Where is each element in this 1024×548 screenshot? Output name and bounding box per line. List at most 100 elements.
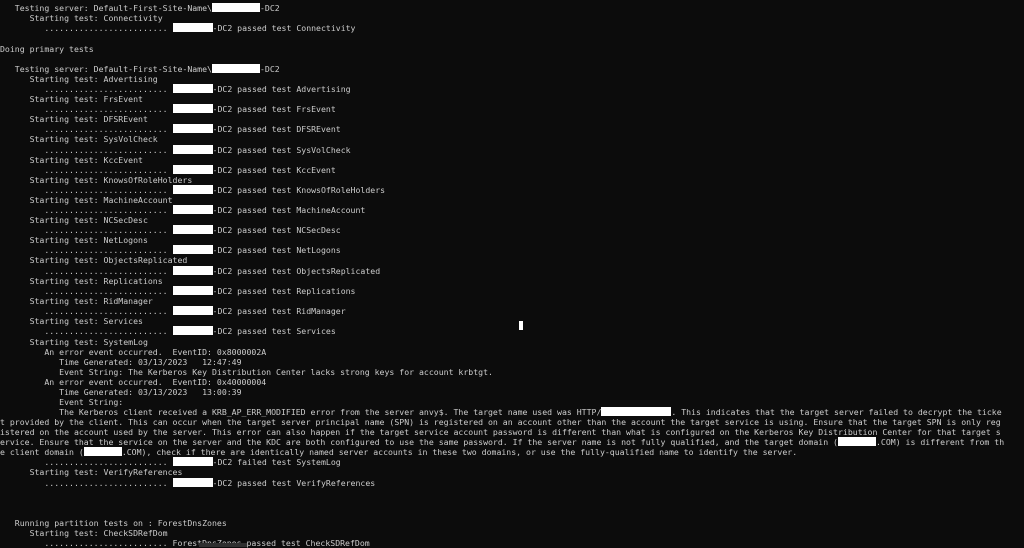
horizontal-scrollbar-thumb[interactable] xyxy=(199,543,247,547)
console-text: -DC2 passed test SysVolCheck xyxy=(212,145,351,155)
console-text: . This indicates that the target server … xyxy=(671,407,1002,417)
console-line: Starting test: FrsEvent xyxy=(0,94,1024,104)
console-text: -DC2 passed test VerifyReferences xyxy=(212,478,376,488)
console-line: ......................... -DC2 passed te… xyxy=(0,124,1024,134)
console-line: ......................... -DC2 failed te… xyxy=(0,457,1024,467)
console-text: Doing primary tests xyxy=(0,44,94,54)
redacted-text xyxy=(172,124,213,133)
console-line: Starting test: NetLogons xyxy=(0,235,1024,245)
console-text: -DC2 passed test KnowsOfRoleHolders xyxy=(212,185,386,195)
console-line: e client domain (.COM), check if there a… xyxy=(0,447,1024,457)
console-text: -DC2 passed test NetLogons xyxy=(212,245,341,255)
console-text: Starting test: Connectivity xyxy=(0,13,163,23)
redacted-text xyxy=(83,447,122,456)
console-line: t provided by the client. This can occur… xyxy=(0,417,1024,427)
console-text: Starting test: NCSecDesc xyxy=(0,215,148,225)
console-line: An error event occurred. EventID: 0x4000… xyxy=(0,377,1024,387)
console-text: ......................... xyxy=(0,478,173,488)
console-text: -DC2 passed test NCSecDesc xyxy=(212,225,341,235)
console-text: -DC2 passed test DFSREvent xyxy=(212,124,341,134)
console-line: ervice. Ensure that the service on the s… xyxy=(0,437,1024,447)
console-line: Starting test: Advertising xyxy=(0,74,1024,84)
console-text: -DC2 passed test ObjectsReplicated xyxy=(212,266,381,276)
console-text: -DC2 passed test Services xyxy=(212,326,336,336)
console-line: Starting test: RidManager xyxy=(0,296,1024,306)
console-line: ......................... -DC2 passed te… xyxy=(0,23,1024,33)
redacted-text xyxy=(172,23,213,32)
console-text: -DC2 xyxy=(259,3,280,13)
console-text: Time Generated: 03/13/2023 13:00:39 xyxy=(0,387,242,397)
console-text: An error event occurred. EventID: 0x4000… xyxy=(0,377,267,387)
console-text: Time Generated: 03/13/2023 12:47:49 xyxy=(0,357,242,367)
console-line: Time Generated: 03/13/2023 13:00:39 xyxy=(0,387,1024,397)
console-line: ......................... ForestDnsZones… xyxy=(0,538,1024,548)
redacted-text xyxy=(172,185,213,194)
console-line: Starting test: Replications xyxy=(0,276,1024,286)
console-text: Starting test: Advertising xyxy=(0,74,158,84)
console-text: Starting test: KnowsOfRoleHolders xyxy=(0,175,193,185)
console-line: Running partition tests on : ForestDnsZo… xyxy=(0,518,1024,528)
console-line: Starting test: SysVolCheck xyxy=(0,134,1024,144)
console-line: Starting test: Services xyxy=(0,316,1024,326)
console-text: -DC2 passed test Advertising xyxy=(212,84,351,94)
console-text: Starting test: FrsEvent xyxy=(0,94,143,104)
console-line: ......................... -DC2 passed te… xyxy=(0,225,1024,235)
console-text: ......................... xyxy=(0,266,173,276)
console-text: Starting test: NetLogons xyxy=(0,235,148,245)
console-text: Starting test: Replications xyxy=(0,276,163,286)
redacted-text xyxy=(172,225,213,234)
redacted-text xyxy=(172,326,213,335)
redacted-text xyxy=(211,64,260,73)
console-text: ......................... xyxy=(0,245,173,255)
console-text: ......................... xyxy=(0,306,173,316)
console-text: -DC2 passed test KccEvent xyxy=(212,165,336,175)
console-text: -DC2 xyxy=(259,64,280,74)
console-text: t provided by the client. This can occur… xyxy=(0,417,1001,427)
console-text: Starting test: CheckSDRefDom xyxy=(0,528,168,538)
console-text: Running partition tests on : ForestDnsZo… xyxy=(0,518,227,528)
console-text: ......................... ForestDnsZones… xyxy=(0,538,370,548)
redacted-text xyxy=(172,478,213,487)
console-text: Event String: The Kerberos Key Distribut… xyxy=(0,367,493,377)
console-text: -DC2 passed test Replications xyxy=(212,286,356,296)
console-line: ......................... -DC2 passed te… xyxy=(0,84,1024,94)
console-line: ......................... -DC2 passed te… xyxy=(0,306,1024,316)
console-line: ......................... -DC2 passed te… xyxy=(0,326,1024,336)
console-text: The Kerberos client received a KRB_AP_ER… xyxy=(0,407,602,417)
redacted-text xyxy=(837,437,876,446)
terminal-output[interactable]: Testing server: Default-First-Site-Name\… xyxy=(0,0,1024,548)
console-text: Starting test: ObjectsReplicated xyxy=(0,255,188,265)
console-line: ......................... -DC2 passed te… xyxy=(0,145,1024,155)
console-line: Starting test: Connectivity xyxy=(0,13,1024,23)
redacted-text xyxy=(172,165,213,174)
console-text: -DC2 passed test RidManager xyxy=(212,306,346,316)
console-text: ervice. Ensure that the service on the s… xyxy=(0,437,838,447)
console-text: ......................... xyxy=(0,205,173,215)
console-text: ......................... xyxy=(0,326,173,336)
console-line: ......................... -DC2 passed te… xyxy=(0,104,1024,114)
console-line: Starting test: KccEvent xyxy=(0,155,1024,165)
redacted-text xyxy=(172,145,213,154)
console-line: istered on the account used by the serve… xyxy=(0,427,1024,437)
text-cursor xyxy=(519,321,523,330)
console-line: Starting test: ObjectsReplicated xyxy=(0,255,1024,265)
console-line: Starting test: SystemLog xyxy=(0,337,1024,347)
console-text: Starting test: RidManager xyxy=(0,296,153,306)
redacted-text xyxy=(211,3,260,12)
console-text: ......................... xyxy=(0,84,173,94)
redacted-text xyxy=(172,104,213,113)
console-text: .COM), check if there are identically na… xyxy=(121,447,798,457)
console-line: Time Generated: 03/13/2023 12:47:49 xyxy=(0,357,1024,367)
console-text: ......................... xyxy=(0,104,173,114)
console-line: Starting test: NCSecDesc xyxy=(0,215,1024,225)
console-text: ......................... xyxy=(0,124,173,134)
console-line: An error event occurred. EventID: 0x8000… xyxy=(0,347,1024,357)
redacted-text xyxy=(172,84,213,93)
console-text: .COM) is different from th xyxy=(875,437,1005,447)
console-text: Starting test: MachineAccount xyxy=(0,195,173,205)
console-text: Starting test: SystemLog xyxy=(0,337,148,347)
console-text: ......................... xyxy=(0,286,173,296)
console-text: ......................... xyxy=(0,165,173,175)
console-text: Event String: xyxy=(0,397,124,407)
redacted-text xyxy=(172,286,213,295)
